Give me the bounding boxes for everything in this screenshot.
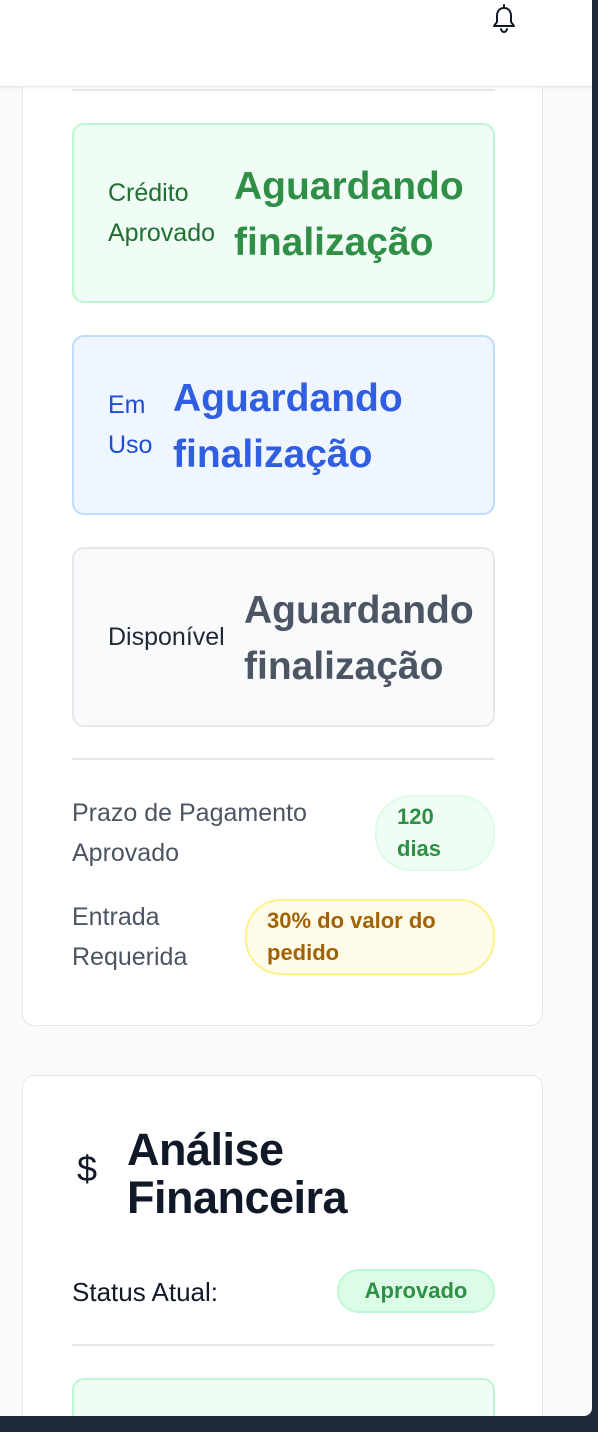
status-label: Status Atual: <box>72 1277 218 1307</box>
analysis-box <box>72 1378 495 1416</box>
dollar-icon: $ <box>77 1148 98 1189</box>
approved-credit-label: Crédito Aprovado <box>108 179 216 247</box>
divider <box>72 89 495 91</box>
payment-term-label: Prazo de Pagamento Aprovado <box>72 799 307 867</box>
available-credit-box: Disponível Aguardando finalização <box>72 547 495 727</box>
divider <box>72 758 495 760</box>
down-payment-label: Entrada Requerida <box>72 903 188 971</box>
down-payment-badge: 30% do valor do pedido <box>245 899 495 975</box>
credit-summary-card: Crédito Aprovado Aguardando finalização … <box>22 40 543 1026</box>
status-badge: Aprovado <box>337 1269 495 1313</box>
payment-term-badge: 120 dias <box>375 795 495 871</box>
app-viewport: Crédito Aprovado Aguardando finalização … <box>0 0 592 1416</box>
section-title: Análise Financeira <box>127 1124 348 1223</box>
available-credit-label: Disponível <box>108 623 225 651</box>
divider <box>72 1344 495 1346</box>
bell-icon[interactable] <box>490 4 518 34</box>
approved-credit-box: Crédito Aprovado Aguardando finalização <box>72 123 495 303</box>
available-credit-value: Aguardando finalização <box>244 589 474 688</box>
credit-in-use-value: Aguardando finalização <box>173 377 403 476</box>
top-bar <box>0 0 592 87</box>
credit-in-use-label: Em Uso <box>108 391 153 459</box>
approved-credit-value: Aguardando finalização <box>234 165 464 264</box>
financial-analysis-card: $ Análise Financeira Status Atual: Aprov… <box>22 1075 543 1416</box>
credit-in-use-box: Em Uso Aguardando finalização <box>72 335 495 515</box>
